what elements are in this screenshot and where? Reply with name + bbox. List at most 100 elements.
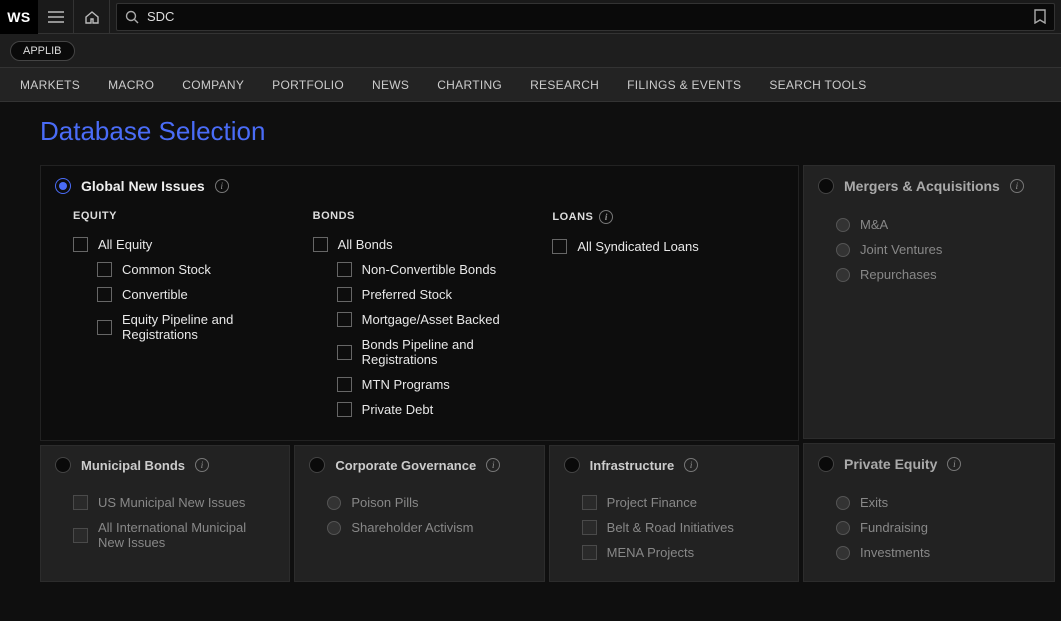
checkbox-icon [337, 312, 352, 327]
info-icon[interactable]: i [599, 210, 613, 224]
home-button[interactable] [74, 0, 110, 34]
nav-filings[interactable]: FILINGS & EVENTS [627, 78, 741, 92]
radio-global-new-issues[interactable] [55, 178, 71, 194]
info-icon[interactable]: i [1010, 179, 1024, 193]
nav-portfolio[interactable]: PORTFOLIO [272, 78, 344, 92]
label: MTN Programs [362, 377, 450, 392]
info-icon[interactable]: i [486, 458, 500, 472]
radio-pe[interactable] [818, 456, 834, 472]
check-equity-pipeline[interactable]: Equity Pipeline and Registrations [73, 307, 303, 347]
checkbox-icon [337, 262, 352, 277]
panel-mergers-acquisitions: Mergers & Acquisitions i M&A Joint Ventu… [803, 165, 1055, 439]
app-chip[interactable]: APPLIB [10, 41, 75, 61]
check-private-debt[interactable]: Private Debt [313, 397, 543, 422]
check-project-finance[interactable]: Project Finance [582, 490, 782, 515]
check-belt-road[interactable]: Belt & Road Initiatives [582, 515, 782, 540]
label: Convertible [122, 287, 188, 302]
col-header-loans: LOANS i [552, 210, 782, 224]
check-convertible[interactable]: Convertible [73, 282, 303, 307]
panel-municipal-bonds: Municipal Bonds i US Municipal New Issue… [40, 445, 290, 582]
label: Poison Pills [351, 495, 418, 510]
check-bonds-pipeline[interactable]: Bonds Pipeline and Registrations [313, 332, 543, 372]
checkbox-icon [552, 239, 567, 254]
col-header-bonds: BONDS [313, 210, 543, 222]
checkbox-icon [97, 320, 112, 335]
check-investments[interactable]: Investments [836, 540, 1038, 565]
radio-ma[interactable] [818, 178, 834, 194]
check-all-equity[interactable]: All Equity [73, 232, 303, 257]
main-content: Global New Issues i EQUITY All Equity Co… [0, 165, 1061, 582]
check-nonconv-bonds[interactable]: Non-Convertible Bonds [313, 257, 543, 282]
home-icon [84, 9, 100, 25]
menu-button[interactable] [38, 0, 74, 34]
label: Fundraising [860, 520, 928, 535]
label: Investments [860, 545, 930, 560]
page-title: Database Selection [0, 102, 1061, 165]
check-mortgage-asset[interactable]: Mortgage/Asset Backed [313, 307, 543, 332]
nav-search-tools[interactable]: SEARCH TOOLS [769, 78, 866, 92]
panel-title-pe: Private Equity [844, 456, 937, 472]
label: All International Municipal New Issues [98, 520, 273, 550]
info-icon[interactable]: i [947, 457, 961, 471]
panel-global-new-issues: Global New Issues i EQUITY All Equity Co… [40, 165, 799, 441]
radio-corpgov[interactable] [309, 457, 325, 473]
nav-research[interactable]: RESEARCH [530, 78, 599, 92]
search-bar[interactable] [116, 3, 1055, 31]
chip-bar: APPLIB [0, 34, 1061, 68]
check-preferred-stock[interactable]: Preferred Stock [313, 282, 543, 307]
search-input[interactable] [147, 9, 1028, 24]
nav-charting[interactable]: CHARTING [437, 78, 502, 92]
label: Mortgage/Asset Backed [362, 312, 500, 327]
check-all-bonds[interactable]: All Bonds [313, 232, 543, 257]
col-bonds: BONDS All Bonds Non-Convertible Bonds Pr… [313, 210, 543, 422]
check-mena[interactable]: MENA Projects [582, 540, 782, 565]
check-intl-muni[interactable]: All International Municipal New Issues [73, 515, 273, 555]
check-fundraising[interactable]: Fundraising [836, 515, 1038, 540]
radio-icon [836, 243, 850, 257]
label: Equity Pipeline and Registrations [122, 312, 303, 342]
search-icon [125, 10, 139, 24]
panel-title-ma: Mergers & Acquisitions [844, 178, 1000, 194]
check-common-stock[interactable]: Common Stock [73, 257, 303, 282]
info-icon[interactable]: i [684, 458, 698, 472]
check-us-muni[interactable]: US Municipal New Issues [73, 490, 273, 515]
nav-company[interactable]: COMPANY [182, 78, 244, 92]
panel-title-gni: Global New Issues [81, 178, 205, 194]
nav-macro[interactable]: MACRO [108, 78, 154, 92]
checkbox-icon [582, 495, 597, 510]
app-logo: WS [0, 0, 38, 34]
label: Bonds Pipeline and Registrations [362, 337, 543, 367]
bookmark-icon [1034, 9, 1046, 24]
check-poison-pills[interactable]: Poison Pills [327, 490, 527, 515]
checkbox-icon [337, 377, 352, 392]
info-icon[interactable]: i [215, 179, 229, 193]
checkbox-icon [582, 520, 597, 535]
label-all-loans: All Syndicated Loans [577, 239, 698, 254]
label: Project Finance [607, 495, 697, 510]
check-mtn-programs[interactable]: MTN Programs [313, 372, 543, 397]
col-loans: LOANS i All Syndicated Loans [552, 210, 782, 422]
radio-infrastructure[interactable] [564, 457, 580, 473]
label: MENA Projects [607, 545, 694, 560]
radio-municipal-bonds[interactable] [55, 457, 71, 473]
radio-icon [836, 268, 850, 282]
col-equity: EQUITY All Equity Common Stock Convertib… [73, 210, 303, 422]
check-exits[interactable]: Exits [836, 490, 1038, 515]
radio-icon [327, 521, 341, 535]
check-all-syndicated-loans[interactable]: All Syndicated Loans [552, 234, 782, 259]
label: Belt & Road Initiatives [607, 520, 734, 535]
radio-icon [836, 546, 850, 560]
checkbox-icon [582, 545, 597, 560]
check-joint-ventures[interactable]: Joint Ventures [836, 237, 1038, 262]
check-shareholder-activism[interactable]: Shareholder Activism [327, 515, 527, 540]
panel-infrastructure: Infrastructure i Project Finance Belt & … [549, 445, 799, 582]
nav-markets[interactable]: MARKETS [20, 78, 80, 92]
label: Joint Ventures [860, 242, 942, 257]
label: LOANS [552, 211, 593, 223]
bookmark-button[interactable] [1034, 9, 1046, 24]
nav-news[interactable]: NEWS [372, 78, 409, 92]
info-icon[interactable]: i [195, 458, 209, 472]
check-repurchases[interactable]: Repurchases [836, 262, 1038, 287]
label: US Municipal New Issues [98, 495, 245, 510]
check-ma[interactable]: M&A [836, 212, 1038, 237]
